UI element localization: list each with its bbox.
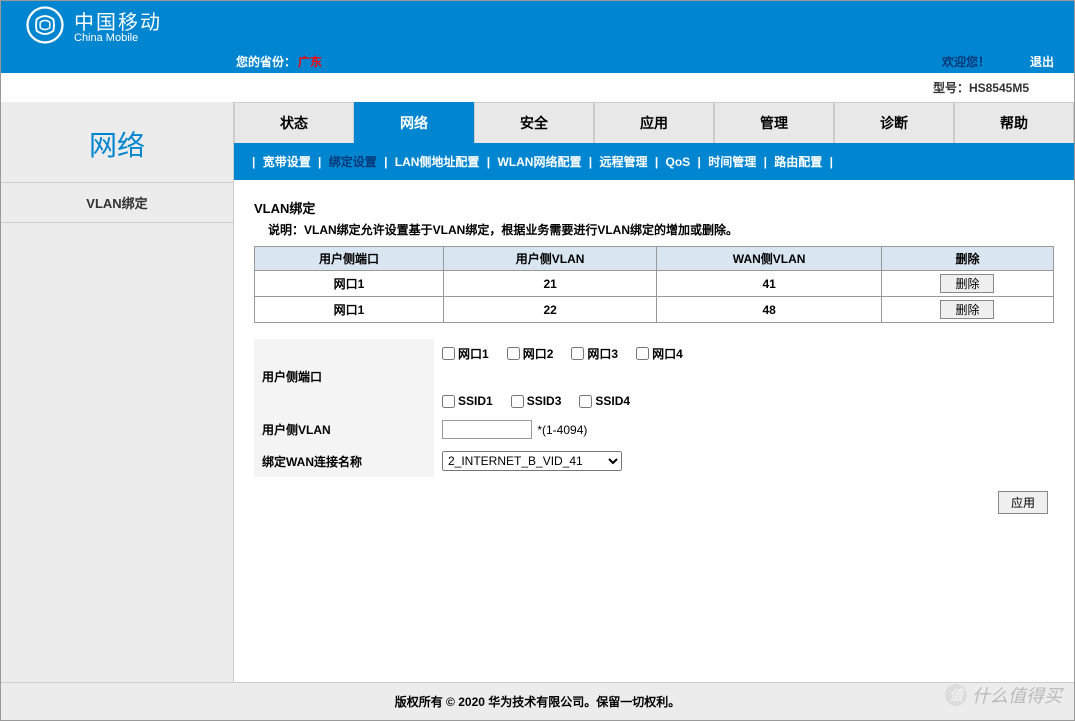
tab-网络[interactable]: 网络 <box>354 102 474 143</box>
model-value: HS8545M5 <box>969 81 1029 95</box>
port-checkbox[interactable] <box>571 347 584 360</box>
table-header: WAN侧VLAN <box>657 247 882 271</box>
svg-text:值: 值 <box>949 687 965 703</box>
sidebar-title: 网络 <box>1 102 233 183</box>
form-label-port: 用户侧端口 <box>254 339 434 414</box>
delete-button[interactable]: 删除 <box>940 274 994 293</box>
vlan-binding-table: 用户侧端口用户侧VLANWAN侧VLAN删除 网口12141删除网口12248删… <box>254 246 1054 323</box>
tab-安全[interactable]: 安全 <box>474 102 594 143</box>
table-row: 网口12248 删除 <box>255 297 1054 323</box>
main-tabs: 状态网络安全应用管理诊断帮助 <box>234 102 1074 143</box>
ssid-option[interactable]: SSID4 <box>579 394 630 408</box>
cell-port: 网口1 <box>255 297 444 323</box>
watermark-icon: 值 <box>944 683 968 707</box>
sidebar: 网络 VLAN绑定 <box>1 102 234 682</box>
subtab-LAN侧地址配置[interactable]: LAN侧地址配置 <box>391 155 482 169</box>
cell-user_vlan: 22 <box>443 297 656 323</box>
cell-port: 网口1 <box>255 271 444 297</box>
ssid-option[interactable]: SSID3 <box>511 394 562 408</box>
sub-tabs: | 宽带设置 | 绑定设置 | LAN侧地址配置 | WLAN网络配置 | 远程… <box>234 143 1074 180</box>
ssid-option[interactable]: SSID1 <box>442 394 493 408</box>
subtab-QoS[interactable]: QoS <box>662 155 693 169</box>
province-value: 广东 <box>298 53 322 70</box>
tab-诊断[interactable]: 诊断 <box>834 102 954 143</box>
section-description: 说明：VLAN绑定允许设置基于VLAN绑定，根据业务需要进行VLAN绑定的增加或… <box>268 221 1054 238</box>
ssid-checkbox[interactable] <box>579 395 592 408</box>
table-row: 网口12141 删除 <box>255 271 1054 297</box>
model-info: 型号：HS8545M5 <box>1 73 1074 102</box>
vlan-form: 用户侧端口 网口1 网口2 网口3 网口4 SSID1 SSID3 SSID4 用户侧VL… <box>254 339 1054 477</box>
port-checkbox[interactable] <box>507 347 520 360</box>
delete-button[interactable]: 删除 <box>940 300 994 319</box>
table-header: 用户侧VLAN <box>443 247 656 271</box>
model-label: 型号： <box>933 81 969 95</box>
port-option[interactable]: 网口3 <box>571 345 618 362</box>
tab-状态[interactable]: 状态 <box>234 102 354 143</box>
wan-connection-select[interactable]: 2_INTERNET_B_VID_41 <box>442 451 622 471</box>
brand-logo: 中国移动 China Mobile <box>26 6 162 44</box>
cell-user_vlan: 21 <box>443 271 656 297</box>
user-vlan-input[interactable] <box>442 420 532 439</box>
subtab-WLAN网络配置[interactable]: WLAN网络配置 <box>494 155 585 169</box>
ssid-checkbox[interactable] <box>511 395 524 408</box>
subtab-远程管理[interactable]: 远程管理 <box>596 155 651 169</box>
user-vlan-hint: *(1-4094) <box>537 423 587 437</box>
form-label-wan: 绑定WAN连接名称 <box>254 445 434 477</box>
port-option[interactable]: 网口2 <box>507 345 554 362</box>
subtab-路由配置[interactable]: 路由配置 <box>771 155 826 169</box>
table-header: 用户侧端口 <box>255 247 444 271</box>
subtab-时间管理[interactable]: 时间管理 <box>705 155 760 169</box>
welcome-text: 欢迎您！ <box>942 53 990 70</box>
cell-wan_vlan: 48 <box>657 297 882 323</box>
footer-copyright: 版权所有 © 2020 华为技术有限公司。保留一切权利。 <box>1 682 1074 720</box>
tab-管理[interactable]: 管理 <box>714 102 834 143</box>
subtab-绑定设置[interactable]: 绑定设置 <box>325 155 380 169</box>
watermark: 值 什么值得买 <box>944 682 1062 708</box>
apply-button[interactable]: 应用 <box>998 491 1048 514</box>
logout-link[interactable]: 退出 <box>1030 53 1054 70</box>
section-title: VLAN绑定 <box>254 198 1054 217</box>
port-option[interactable]: 网口4 <box>636 345 683 362</box>
brand-name-cn: 中国移动 <box>74 6 162 35</box>
header-info-bar: 您的省份： 广东 欢迎您！ 退出 <box>1 49 1074 73</box>
form-label-user-vlan: 用户侧VLAN <box>254 414 434 445</box>
table-header: 删除 <box>881 247 1053 271</box>
port-checkbox[interactable] <box>442 347 455 360</box>
header-top: 中国移动 China Mobile <box>1 1 1074 49</box>
subtab-宽带设置[interactable]: 宽带设置 <box>259 155 314 169</box>
sidebar-item-vlan-binding[interactable]: VLAN绑定 <box>1 183 233 223</box>
tab-帮助[interactable]: 帮助 <box>954 102 1074 143</box>
port-option[interactable]: 网口1 <box>442 345 489 362</box>
cell-wan_vlan: 41 <box>657 271 882 297</box>
port-checkbox[interactable] <box>636 347 649 360</box>
tab-应用[interactable]: 应用 <box>594 102 714 143</box>
province-label: 您的省份： <box>236 53 296 70</box>
china-mobile-icon <box>26 6 64 44</box>
ssid-checkbox[interactable] <box>442 395 455 408</box>
